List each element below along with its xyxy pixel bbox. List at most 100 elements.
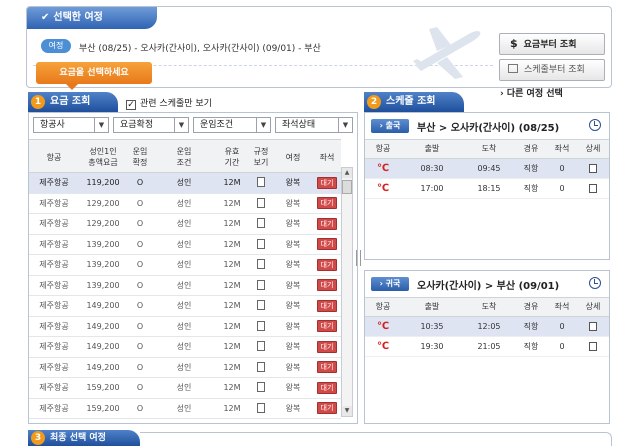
related-schedule-checkbox[interactable]: ✓ 관련 스케줄만 보기 (126, 96, 212, 110)
col-price: 성인1인 총액요금 (88, 147, 118, 167)
selected-trip-title: 선택한 여정 (53, 12, 103, 23)
waitlist-badge[interactable]: 대기 (317, 258, 337, 271)
clock-icon[interactable] (589, 119, 601, 131)
document-icon[interactable] (257, 402, 265, 413)
cell-price: 139,200 (86, 280, 120, 290)
fare-row[interactable]: 제주항공 139,200 O 성인 12M 왕복 대기 (29, 276, 341, 296)
cell-validity: 12M (223, 321, 241, 331)
document-icon[interactable] (257, 177, 265, 187)
document-icon[interactable] (257, 197, 265, 208)
jeju-air-logo-icon: ℃ (376, 341, 390, 352)
col-rules: 규정 보기 (253, 147, 269, 167)
document-icon[interactable] (257, 341, 265, 351)
waitlist-badge[interactable]: 대기 (317, 361, 337, 373)
filter-airline[interactable]: 항공사 ▼ (33, 117, 109, 133)
document-icon[interactable] (257, 300, 265, 310)
cell-airline: ℃ (365, 179, 401, 199)
clipboard-icon[interactable] (589, 164, 597, 173)
schedule-row[interactable]: ℃ 08:30 09:45 직항 0 (365, 159, 609, 179)
clipboard-icon[interactable] (589, 342, 597, 351)
fare-first-button[interactable]: $ 요금부터 조회 (499, 33, 605, 55)
col-fixed: 운임 확정 (132, 147, 148, 167)
cell-seats: 0 (559, 164, 565, 173)
fare-panel: 항공사 ▼ 요금확정 ▼ 운임조건 ▼ 좌석상태 ▼ 항공 성인1인 총액요금 운임 확… (28, 112, 358, 424)
filter-seat-status[interactable]: 좌석상태 ▼ (275, 117, 353, 133)
waitlist-badge[interactable]: 대기 (317, 402, 337, 414)
jeju-air-logo-icon: ℃ (376, 321, 390, 332)
fare-row[interactable]: 제주항공 139,200 O 성인 12M 왕복 대기 (29, 255, 341, 276)
cell-price: 129,200 (86, 198, 120, 208)
checkbox-check-icon[interactable]: ✓ (126, 100, 136, 110)
cell-rules (249, 235, 273, 255)
panel-splitter-handle[interactable] (356, 250, 361, 266)
filter-label: 요금확정 (120, 120, 154, 130)
fare-row[interactable]: 제주항공 139,200 O 성인 12M 왕복 대기 (29, 235, 341, 255)
fare-row[interactable]: 제주항공 149,200 O 성인 12M 왕복 대기 (29, 296, 341, 317)
fare-row[interactable]: 제주항공 119,200 O 성인 12M 왕복 대기 (29, 173, 341, 194)
cell-fixed: O (136, 198, 144, 208)
col-via: 경유 (523, 302, 539, 311)
schedule-section-title: 스케줄 조회 (386, 96, 436, 107)
cell-fixed: O (136, 178, 144, 187)
document-icon[interactable] (257, 279, 265, 290)
document-icon[interactable] (257, 361, 265, 372)
filter-fare-condition[interactable]: 운임조건 ▼ (193, 117, 271, 133)
cell-price: 159,200 (86, 383, 120, 392)
schedule-row[interactable]: ℃ 17:00 18:15 직항 0 (365, 179, 609, 199)
scroll-up-icon[interactable]: ▲ (342, 168, 352, 178)
cell-trip: 왕복 (285, 362, 301, 372)
document-icon[interactable] (257, 259, 265, 269)
filter-fare-fixed[interactable]: 요금확정 ▼ (113, 117, 189, 133)
waitlist-badge[interactable]: 대기 (317, 299, 337, 312)
document-icon[interactable] (257, 320, 265, 331)
cell-via: 직항 (523, 342, 539, 351)
waitlist-badge[interactable]: 대기 (317, 340, 337, 353)
cell-seat: 대기 (313, 358, 341, 378)
waitlist-badge[interactable]: 대기 (317, 381, 337, 394)
document-icon[interactable] (257, 238, 265, 249)
cell-depart: 19:30 (420, 342, 444, 351)
waitlist-badge[interactable]: 대기 (317, 217, 337, 230)
cell-price: 149,200 (86, 321, 120, 331)
col-via: 경유 (523, 144, 539, 153)
clock-icon[interactable] (589, 277, 601, 289)
waitlist-badge[interactable]: 대기 (317, 279, 337, 291)
cell-airline: 제주항공 (39, 198, 69, 208)
col-airline: 항공 (375, 144, 391, 153)
cell-airline: 제주항공 (39, 362, 69, 372)
fare-scrollbar[interactable]: ▲ ▼ (341, 167, 353, 417)
other-trip-button[interactable]: › 다른 여정 선택 (500, 86, 563, 99)
clipboard-icon[interactable] (589, 322, 597, 331)
fare-row[interactable]: 제주항공 149,200 O 성인 12M 왕복 대기 (29, 317, 341, 337)
waitlist-badge[interactable]: 대기 (317, 176, 337, 189)
check-icon: ✔ (41, 12, 50, 23)
fare-row[interactable]: 제주항공 129,200 O 성인 12M 왕복 대기 (29, 194, 341, 214)
fare-row[interactable]: 제주항공 149,200 O 성인 12M 왕복 대기 (29, 358, 341, 378)
fare-row[interactable]: 제주항공 129,200 O 성인 12M 왕복 대기 (29, 214, 341, 235)
waitlist-badge[interactable]: 대기 (317, 320, 337, 332)
dollar-icon: $ (510, 37, 518, 50)
trip-pill: 여정 (41, 39, 71, 53)
cell-fixed: O (136, 321, 144, 331)
waitlist-badge[interactable]: 대기 (317, 197, 337, 209)
fare-row[interactable]: 제주항공 149,200 O 성인 12M 왕복 대기 (29, 337, 341, 358)
schedule-first-button[interactable]: 스케줄부터 조회 (499, 59, 605, 81)
fare-row[interactable]: 제주항공 159,200 O 성인 12M 왕복 대기 (29, 399, 341, 419)
scroll-down-icon[interactable]: ▼ (342, 406, 352, 416)
schedule-row[interactable]: ℃ 19:30 21:05 직항 0 (365, 337, 609, 357)
schedule-first-label: 스케줄부터 조회 (524, 65, 585, 75)
document-icon[interactable] (257, 382, 265, 392)
waitlist-badge[interactable]: 대기 (317, 238, 337, 250)
clipboard-icon[interactable] (589, 184, 597, 193)
cell-detail (577, 317, 609, 337)
document-icon[interactable] (257, 218, 265, 228)
scroll-thumb[interactable] (342, 180, 352, 194)
cell-trip: 왕복 (285, 198, 301, 208)
schedule-section-header: 2 스케줄 조회 (364, 92, 464, 112)
cell-airline: 제주항공 (39, 403, 69, 413)
cell-seat: 대기 (313, 399, 341, 419)
cell-seat: 대기 (313, 235, 341, 255)
fare-row[interactable]: 제주항공 159,200 O 성인 12M 왕복 대기 (29, 378, 341, 399)
schedule-row[interactable]: ℃ 10:35 12:05 직항 0 (365, 317, 609, 337)
cell-condition: 성인 (176, 362, 192, 372)
